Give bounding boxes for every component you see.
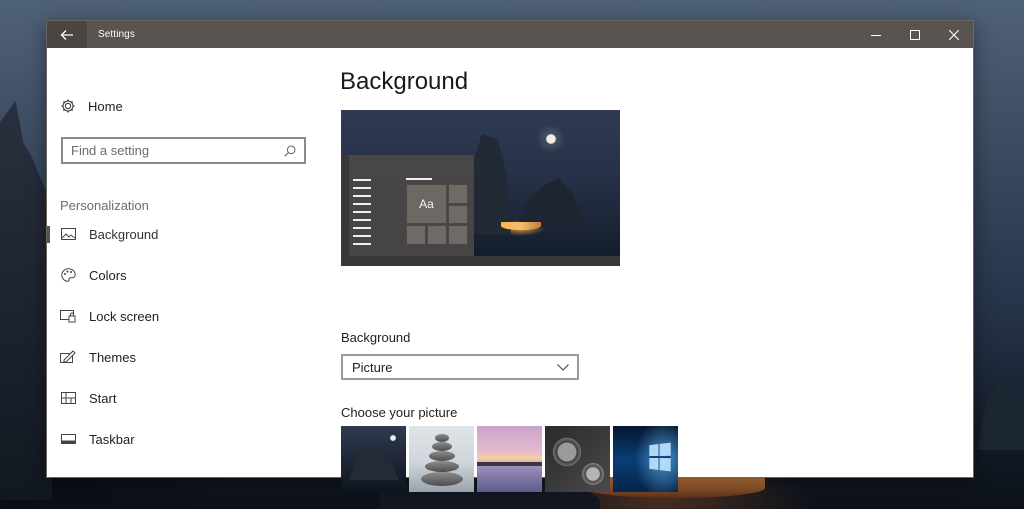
- preview-taskbar: [341, 256, 620, 266]
- taskbar-icon: [60, 432, 76, 446]
- back-button[interactable]: [47, 21, 87, 48]
- settings-window: Settings Home Find a setting Personaliza…: [47, 21, 973, 492]
- sidebar-item-themes[interactable]: Themes: [47, 342, 297, 372]
- preview-menu-line: [353, 243, 371, 245]
- search-icon[interactable]: [284, 145, 296, 157]
- gear-icon: [61, 99, 75, 113]
- window-title: Settings: [98, 29, 135, 40]
- picture-icon: [60, 227, 76, 241]
- stone-shape: [420, 472, 463, 486]
- title-bar: Settings: [47, 21, 973, 48]
- stone-shape: [424, 461, 459, 472]
- preview-menu-line: [353, 187, 371, 189]
- preview-menu-line: [353, 179, 371, 181]
- close-button[interactable]: [934, 21, 973, 48]
- search-input[interactable]: [71, 143, 271, 158]
- section-label: Personalization: [60, 198, 149, 213]
- preview-menu-line: [353, 235, 371, 237]
- preview-rock: [516, 178, 586, 228]
- home-label: Home: [88, 98, 123, 114]
- start-icon: [60, 391, 76, 405]
- preview-tile: [448, 205, 468, 224]
- sidebar: Home Personalization Background Colors: [47, 48, 327, 477]
- dropdown-value: Picture: [352, 359, 393, 375]
- pink-sunset-lake-picture[interactable]: [477, 426, 542, 492]
- windows-logo-icon: [649, 442, 671, 472]
- gears-picture[interactable]: [545, 426, 610, 492]
- page-title: Background: [340, 68, 469, 95]
- preview-menu-line: [353, 227, 371, 229]
- wallpaper-castle: [0, 101, 52, 500]
- sidebar-item-label: Taskbar: [89, 431, 135, 447]
- picture-thumbnails: [341, 426, 678, 492]
- sidebar-item-label: Background: [89, 226, 159, 242]
- lock-screen-icon: [60, 309, 76, 323]
- sidebar-item-label: Lock screen: [89, 308, 160, 324]
- maximize-icon: [909, 29, 920, 40]
- search-box[interactable]: [61, 137, 306, 164]
- preview-tile: [427, 225, 447, 245]
- minimize-button[interactable]: [856, 21, 895, 48]
- sidebar-item-colors[interactable]: Colors: [47, 260, 297, 290]
- close-icon: [948, 29, 959, 40]
- sidebar-item-taskbar[interactable]: Taskbar: [47, 424, 297, 454]
- stacked-stones-picture[interactable]: [409, 426, 474, 492]
- windows-logo-picture[interactable]: [613, 426, 678, 492]
- preview-menu-line: [353, 219, 371, 221]
- preview-tile-text: Aa: [406, 184, 447, 224]
- sidebar-item-start[interactable]: Start: [47, 383, 297, 413]
- home-link[interactable]: Home: [60, 96, 123, 116]
- main-content: Background Aa Background Picture Choose …: [340, 48, 973, 492]
- night-lake-picture[interactable]: [341, 426, 406, 492]
- preview-menu-line: [406, 178, 432, 180]
- stone-shape: [428, 451, 455, 461]
- background-dropdown[interactable]: Picture: [341, 354, 579, 380]
- preview-menu-line: [353, 195, 371, 197]
- preview-tile: [448, 225, 468, 245]
- minimize-icon: [870, 34, 881, 36]
- maximize-button[interactable]: [895, 21, 934, 48]
- preview-boat: [501, 222, 541, 230]
- sidebar-item-label: Start: [89, 390, 117, 406]
- preview-tile: [448, 184, 468, 204]
- stone-shape: [431, 442, 452, 451]
- sidebar-item-lock-screen[interactable]: Lock screen: [47, 301, 297, 331]
- background-preview: Aa: [341, 110, 620, 266]
- choose-picture-label: Choose your picture: [341, 405, 458, 420]
- preview-start-menu: Aa: [341, 155, 474, 256]
- preview-menu-line: [353, 211, 371, 213]
- preview-menu-line: [353, 203, 371, 205]
- chevron-down-icon: [557, 363, 569, 371]
- sidebar-item-label: Themes: [89, 349, 136, 365]
- selection-indicator: [47, 226, 50, 243]
- wallpaper-rock: [977, 380, 1024, 450]
- themes-icon: [60, 350, 76, 364]
- preview-tile: [406, 225, 426, 245]
- back-arrow-icon: [60, 29, 73, 40]
- background-label: Background: [341, 330, 411, 345]
- preview-start-rail: [341, 155, 349, 256]
- palette-icon: [60, 268, 76, 282]
- window-controls: [856, 21, 973, 48]
- sidebar-item-background[interactable]: Background: [47, 219, 297, 249]
- sidebar-item-label: Colors: [89, 267, 127, 283]
- stone-shape: [434, 434, 449, 442]
